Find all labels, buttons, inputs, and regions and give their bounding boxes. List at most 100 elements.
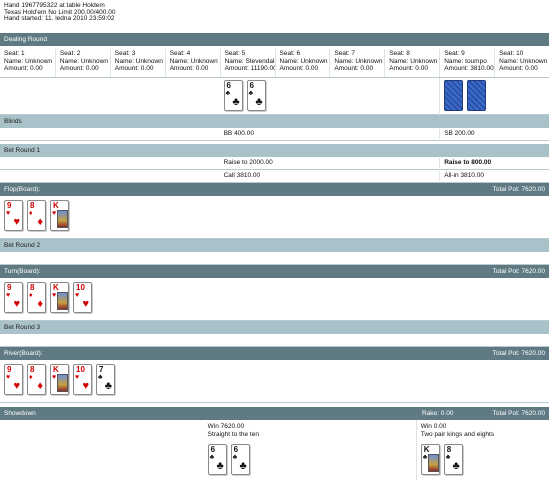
seat-10: Seat: 10 Name: Unknown Amount: 0.00 <box>494 49 549 77</box>
total-pot: Total Pot: 7620.00 <box>492 186 545 193</box>
sb-action: SB 200.00 <box>439 129 494 139</box>
seat9-win: Win 0.00 <box>420 423 447 430</box>
seat9-hole-cards <box>439 78 494 115</box>
face-card-art <box>57 292 68 310</box>
seat-amount: Amount: 3810.00 <box>444 65 494 72</box>
card-pip: ♣ <box>232 96 240 108</box>
seat-seat: Seat: 9 <box>444 50 465 57</box>
seat-9: Seat: 9 Name: toumpo Amount: 3810.00 <box>439 49 494 77</box>
total-pot: Total Pot: 7620.00 <box>492 410 545 417</box>
card-suit: ♥ <box>52 292 57 299</box>
playing-card: 6 ♣ ♣ <box>230 444 250 475</box>
card-back <box>444 80 464 111</box>
card-suit: ♥ <box>52 374 57 381</box>
card-suit: ♥ <box>6 292 11 299</box>
hand-info: Hand 1967795322 at table Holdem Texas Ho… <box>0 0 549 33</box>
hole-cards-row: 6 ♣ ♣ 6 ♣ ♣ <box>0 78 549 115</box>
playing-card: K ♥ <box>50 282 69 313</box>
playing-card: 8 ♣ ♣ <box>443 444 463 475</box>
card-suit: ♦ <box>29 374 33 381</box>
playing-card: 8 ♦ ♦ <box>27 282 46 313</box>
card-rank: 9 <box>7 365 12 374</box>
section-title: River(Board): <box>4 350 43 357</box>
playing-card: 9 ♥ ♥ <box>4 364 23 395</box>
card-pip: ♥ <box>82 298 89 310</box>
seat-seat: Seat: 6 <box>279 50 301 57</box>
seat-name: Name: Unknown <box>279 57 328 65</box>
card-rank: 8 <box>30 201 35 210</box>
seat-seat: Seat: 7 <box>334 50 355 57</box>
hand-start-time: Hand started: 11. ledna 2010 23:59:02 <box>4 15 115 23</box>
seat-name: Name: Unknown <box>499 57 548 65</box>
seat9-action: Raise to 800.00 <box>439 158 494 168</box>
playing-card: 6 ♣ ♣ <box>246 80 266 111</box>
bet1-row2: Call 3810.00 All-in 3810.00 <box>0 170 549 183</box>
card-suit: ♥ <box>75 374 80 381</box>
face-card-art <box>57 210 68 228</box>
seat-7: Seat: 7 Name: Unknown Amount: 0.00 <box>329 49 384 77</box>
total-pot: Total Pot: 7620.00 <box>492 350 545 357</box>
card-suit: ♣ <box>98 374 103 381</box>
blinds-row: BB 400.00 SB 200.00 <box>0 128 549 141</box>
seat-seat: Seat: 2 <box>59 50 81 57</box>
section-bet-round-2: Bet Round 2 <box>0 239 549 252</box>
card-rank: 7 <box>99 365 104 374</box>
bet2-row <box>0 252 549 265</box>
playing-card: 10 ♥ ♥ <box>73 282 92 313</box>
seat-4: Seat: 4 Name: Unknown Amount: 0.00 <box>164 49 220 77</box>
playing-card: 6 ♣ ♣ <box>223 80 243 111</box>
seat-name: Name: Unknown <box>59 57 108 65</box>
seat9-shown-cards: K ♣ 8 ♣ ♣ <box>420 444 494 478</box>
seat9-showdown: Win 0.00 Two pair kings and eights K ♣ 8 ♣ ♣ <box>415 420 498 480</box>
seat-2: Seat: 2 Name: Unknown Amount: 0.00 <box>54 49 110 77</box>
hand-history-view: Hand 1967795322 at table Holdem Texas Ho… <box>0 0 549 500</box>
playing-card: 9 ♥ ♥ <box>4 200 23 231</box>
card-rank: K <box>53 201 59 210</box>
section-title: Bet Round 3 <box>4 324 41 331</box>
section-title: Dealing Round <box>4 36 48 43</box>
card-rank: K <box>53 365 59 374</box>
seat-name: Name: Stevendall <box>224 57 275 65</box>
flop-board: 9 ♥ ♥ 8 ♦ ♦ K ♥ <box>0 196 549 239</box>
card-pip: ♥ <box>13 216 20 228</box>
card-suit: ♣ <box>209 454 215 461</box>
section-title: Bet Round 1 <box>4 147 41 154</box>
total-pot: Total Pot: 7620.00 <box>492 268 545 275</box>
river-board: 9 ♥ ♥ 8 ♦ ♦ K ♥ 10 ♥ ♥ 7 ♣ ♣ <box>0 360 549 403</box>
seat-name: Name: toumpo <box>444 57 487 65</box>
section-flop: Flop(Board): Total Pot: 7620.00 <box>0 183 549 196</box>
seat-3: Seat: 3 Name: Unknown Amount: 0.00 <box>109 49 165 77</box>
seat9-action: All-in 3810.00 <box>439 171 494 181</box>
section-river: River(Board): Total Pot: 7620.00 <box>0 347 549 360</box>
card-pip: ♣ <box>452 460 460 472</box>
playing-card: K ♥ <box>50 364 69 395</box>
card-rank: 8 <box>30 365 35 374</box>
seat-6: Seat: 6 Name: Unknown Amount: 0.00 <box>274 49 330 77</box>
seat-amount: Amount: 0.00 <box>114 65 154 72</box>
seat-amount: Amount: 0.00 <box>279 65 319 72</box>
card-pip: ♣ <box>216 460 224 472</box>
seat-name: Name: Unknown <box>389 57 438 65</box>
card-pip: ♥ <box>13 380 20 392</box>
section-title: Turn(Board): <box>4 268 41 275</box>
card-pip: ♦ <box>37 216 43 228</box>
card-back <box>467 80 487 111</box>
section-bet-round-3: Bet Round 3 <box>0 321 549 334</box>
playing-card: K ♥ <box>50 200 69 231</box>
card-pip: ♣ <box>104 380 112 392</box>
card-suit: ♦ <box>29 210 33 217</box>
playing-card: 10 ♥ ♥ <box>73 364 92 395</box>
seat-seat: Seat: 5 <box>224 50 246 57</box>
bb-action: BB 400.00 <box>223 130 254 138</box>
bet3-row <box>0 334 549 347</box>
card-pip: ♥ <box>82 380 89 392</box>
seat-amount: Amount: 0.00 <box>4 65 43 72</box>
face-card-art <box>427 454 439 472</box>
seat-amount: Amount: 11190.00 <box>224 65 275 72</box>
seat-seat: Seat: 3 <box>114 50 136 57</box>
face-card-art <box>57 374 68 392</box>
seat-1: Seat: 1 Name: Unknown Amount: 0.00 <box>0 49 55 77</box>
seat-seat: Seat: 1 <box>4 50 25 57</box>
seat5-hole-cards: 6 ♣ ♣ 6 ♣ ♣ <box>220 78 275 115</box>
section-bet-round-1: Bet Round 1 <box>0 144 549 157</box>
